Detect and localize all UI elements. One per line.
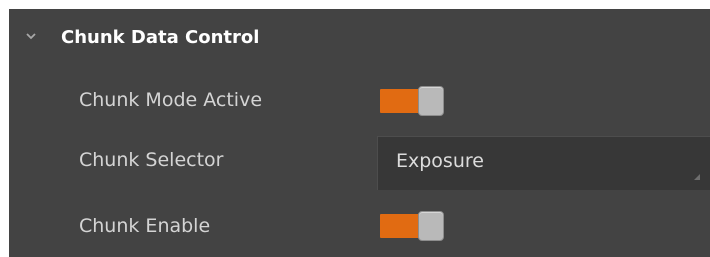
chunk-selector-dropdown[interactable]: Exposure xyxy=(377,136,710,190)
chunk-selector-value: Exposure xyxy=(396,150,484,172)
section-title: Chunk Data Control xyxy=(61,27,260,48)
chevron-down-icon[interactable] xyxy=(25,30,37,42)
section-header-chunk-data-control[interactable]: Chunk Data Control xyxy=(9,9,710,71)
row-chunk-enable: Chunk Enable xyxy=(9,197,710,253)
toggle-knob[interactable] xyxy=(418,86,444,116)
dropdown-corner-icon xyxy=(694,174,700,180)
chunk-selector-label: Chunk Selector xyxy=(79,149,224,171)
chunk-mode-active-toggle[interactable] xyxy=(379,84,445,118)
chunk-data-control-panel: Chunk Data Control Chunk Mode Active Chu… xyxy=(9,9,710,257)
row-chunk-mode-active: Chunk Mode Active xyxy=(9,71,710,127)
chunk-mode-active-label: Chunk Mode Active xyxy=(79,89,263,111)
toggle-knob[interactable] xyxy=(418,211,444,241)
chunk-enable-label: Chunk Enable xyxy=(79,215,211,237)
chunk-enable-toggle[interactable] xyxy=(379,209,445,243)
